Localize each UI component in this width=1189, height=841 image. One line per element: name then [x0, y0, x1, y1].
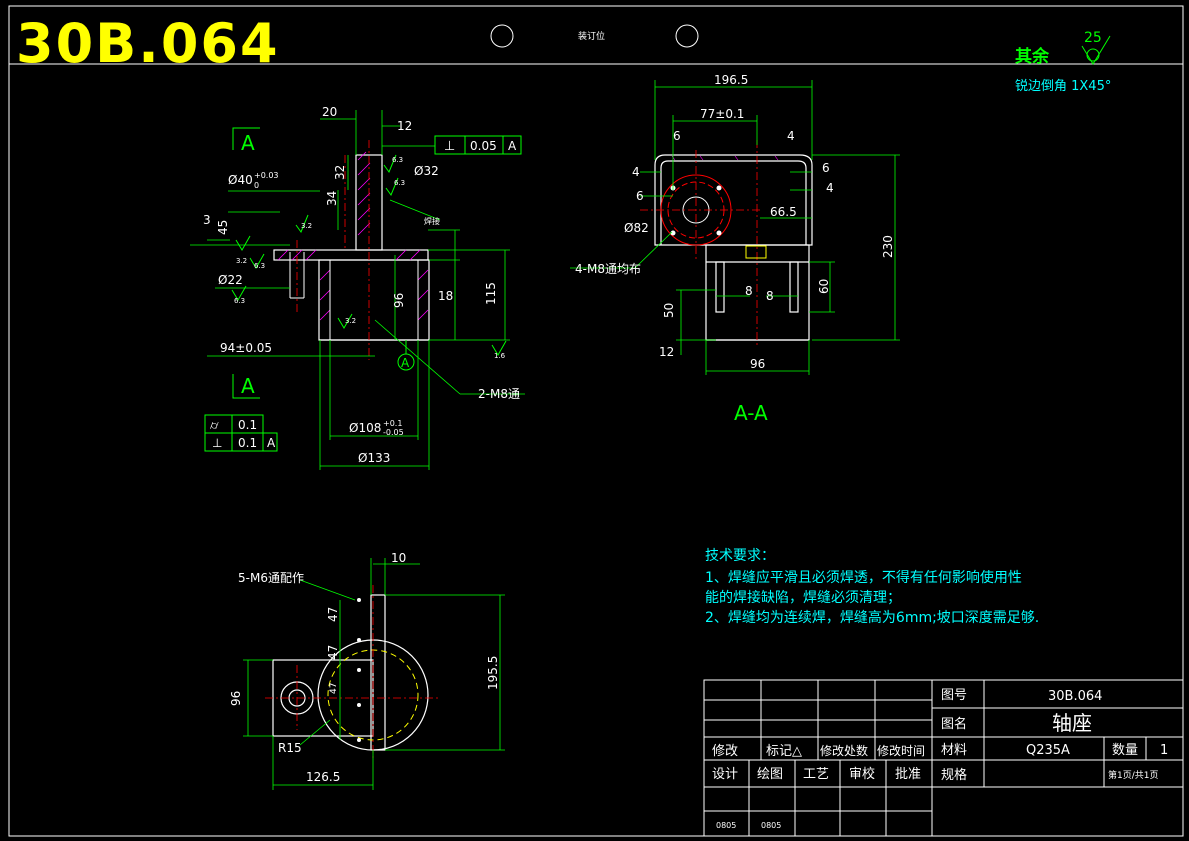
datum-a-label: A: [401, 356, 410, 370]
tb-qty-label: 数量: [1112, 743, 1138, 758]
gdt-bottom-2-value: 0.1: [238, 436, 257, 450]
tb-sheet-value: 第1页/共1页: [1108, 769, 1159, 781]
tb-date-2: 0805: [761, 821, 781, 830]
dim-96: 96: [392, 293, 406, 308]
section-mark-top: A: [241, 131, 255, 155]
tb-material-label: 材料: [941, 743, 967, 758]
dim-r15: R15: [278, 741, 302, 755]
roughness-other-value: 25: [1084, 30, 1102, 46]
tb-signoff-3: 工艺: [803, 767, 829, 782]
hole-note-5-m6: 5-M6通配作: [238, 571, 304, 585]
dim-47a: 47: [326, 607, 340, 622]
tb-rev-header-3: 修改处数: [820, 743, 868, 758]
roughness-6: 6.3: [234, 297, 245, 305]
edge-chamfer-note: 锐边倒角 1X45°: [1015, 79, 1111, 94]
dim-230: 230: [881, 235, 895, 258]
tb-name-label: 图名: [941, 716, 967, 732]
dim-47b: 47: [326, 645, 340, 660]
gdt-bottom-2-datum: A: [267, 436, 276, 450]
dim-phi133: Ø133: [358, 451, 390, 465]
dim-34: 34: [325, 191, 339, 206]
gdt-bottom-2-symbol: ⊥: [212, 436, 222, 450]
tb-rev-header-1: 修改: [712, 744, 738, 759]
hole-note-2-m8: 2-M8通: [478, 387, 520, 401]
dim-50: 50: [662, 303, 676, 318]
dim-66-5: 66.5: [770, 205, 797, 219]
gdt-bottom-1-value: 0.1: [238, 418, 257, 432]
roughness-3: 3.2: [301, 222, 312, 230]
tb-signoff-4: 审校: [849, 766, 875, 782]
dim-18: 18: [438, 289, 453, 303]
dim-12b: 12: [659, 345, 674, 359]
tb-date-1: 0805: [716, 821, 736, 830]
roughness-5: 6.3: [254, 262, 265, 270]
dim-phi82: Ø82: [624, 221, 649, 235]
dim-96c: 96: [229, 691, 243, 706]
tb-signoff-1: 设计: [712, 767, 738, 782]
gdt-top-value: 0.05: [470, 139, 497, 153]
dim-47c: 47: [329, 683, 339, 694]
tech-req-title: 技术要求：: [705, 548, 775, 564]
tech-req-line-3: 2、焊缝均为连续焊，焊缝高为6mm;坡口深度需足够.: [705, 609, 1039, 626]
tb-signoff-5: 批准: [895, 767, 921, 782]
roughness-8: 1.6: [494, 352, 506, 360]
dim-8a: 8: [745, 284, 753, 298]
dim-195-5: 195.5: [486, 656, 500, 690]
dim-96b: 96: [750, 357, 765, 371]
gdt-top-symbol: ⊥: [444, 139, 455, 154]
dim-20: 20: [322, 105, 337, 119]
dim-6b: 6: [636, 189, 644, 203]
tb-material-value: Q235A: [1026, 743, 1070, 758]
tb-rev-header-4: 修改时间: [877, 743, 925, 758]
dim-94: 94±0.05: [220, 341, 272, 355]
roughness-other-label: 其余: [1015, 46, 1050, 67]
dim-60: 60: [817, 279, 831, 294]
weld-note: 焊接: [424, 216, 440, 226]
dim-8b: 8: [766, 289, 774, 303]
dim-3: 3: [203, 213, 211, 227]
dim-4a: 4: [787, 129, 795, 143]
dim-6a: 6: [673, 129, 681, 143]
tol-phi108-upper: +0.1: [383, 419, 402, 428]
tb-drawing-no-value: 30B.064: [1048, 689, 1102, 704]
tb-qty-value: 1: [1160, 743, 1168, 758]
dim-phi108: Ø108: [349, 421, 381, 435]
tech-req-line-1: 1、焊缝应平滑且必须焊透，不得有任何影响使用性: [705, 569, 1022, 586]
dim-phi32: Ø32: [414, 164, 439, 178]
tol-phi108-lower: -0.05: [383, 428, 404, 437]
tb-drawing-no-label: 图号: [941, 688, 967, 703]
cad-drawing: 30B.064 装订位 其余 25 锐边倒角 1X45° A A ⊥ 0.05 …: [0, 0, 1189, 841]
dim-115: 115: [484, 282, 498, 305]
tol-phi40-upper: +0.03: [254, 171, 279, 180]
gdt-top-datum: A: [508, 139, 517, 153]
tb-spec-label: 规格: [941, 767, 967, 783]
section-mark-bottom: A: [241, 374, 255, 398]
tb-signoff-2: 绘图: [757, 767, 783, 782]
tech-req-line-2: 能的焊接缺陷，焊缝必须清理；: [705, 589, 901, 606]
dim-12: 12: [397, 119, 412, 133]
drawing-code-title: 30B.064: [16, 12, 280, 75]
roughness-2: 6.3: [394, 179, 405, 187]
binding-label: 装订位: [578, 30, 605, 42]
dim-phi40: Ø40: [228, 173, 253, 187]
hole-note-4-m8: 4-M8通均布: [575, 262, 641, 276]
dim-32: 32: [333, 165, 347, 180]
dim-4c: 4: [826, 181, 834, 195]
dim-45: 45: [216, 220, 230, 235]
dim-196-5: 196.5: [714, 73, 748, 87]
roughness-7: 3.2: [345, 317, 356, 325]
tb-name-value: 轴座: [1052, 711, 1092, 735]
dim-phi22: Ø22: [218, 273, 243, 287]
dim-6c: 6: [822, 161, 830, 175]
section-label-aa: A-A: [734, 401, 768, 425]
roughness-4: 3.2: [236, 257, 247, 265]
dim-4b: 4: [632, 165, 640, 179]
gdt-bottom-1-symbol: ⌭: [210, 418, 219, 432]
dim-10: 10: [391, 551, 406, 565]
dim-126-5: 126.5: [306, 770, 340, 784]
tol-phi40-lower: 0: [254, 181, 259, 190]
tb-rev-header-2: 标记△: [766, 744, 802, 759]
dim-77: 77±0.1: [700, 107, 744, 121]
roughness-1: 6.3: [392, 156, 403, 164]
